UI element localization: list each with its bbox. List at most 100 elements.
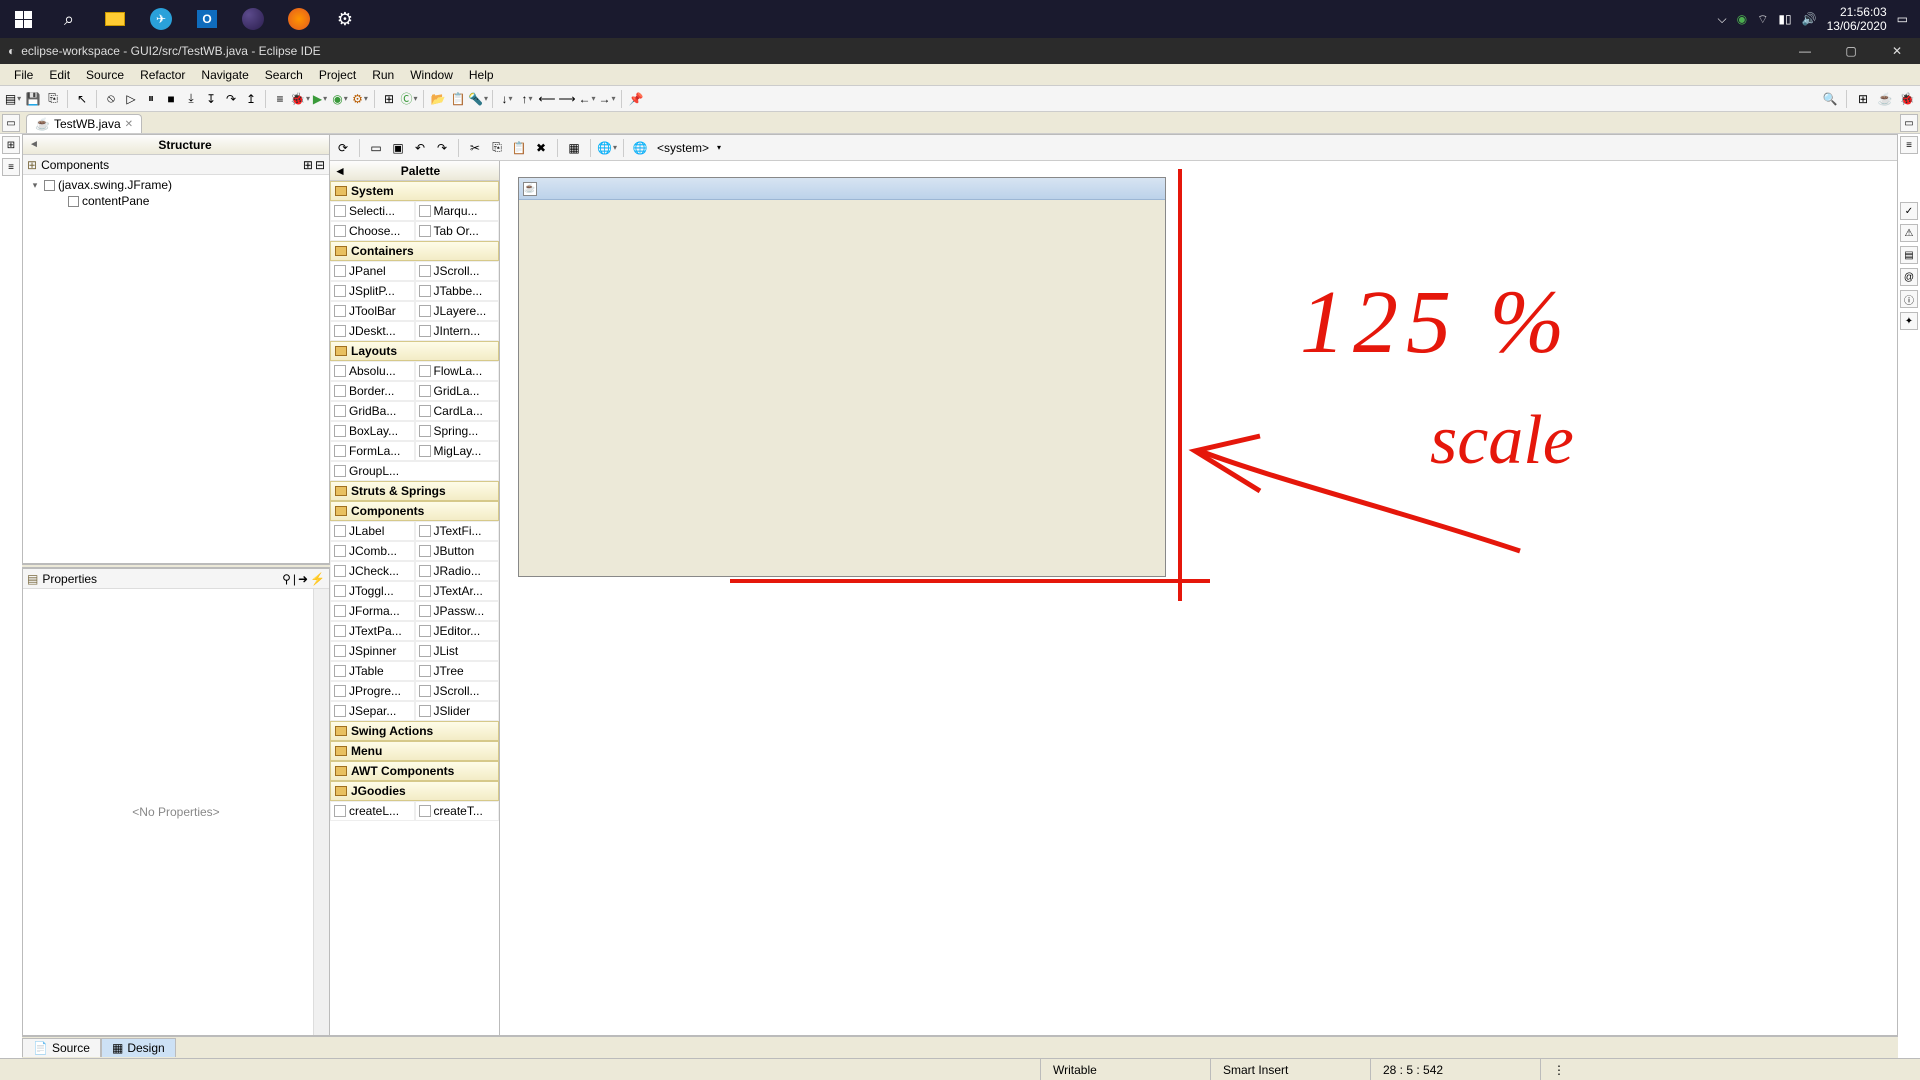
- scrollbar[interactable]: [313, 589, 329, 1035]
- palette-item[interactable]: JTree: [415, 661, 500, 681]
- palette-item[interactable]: Spring...: [415, 421, 500, 441]
- restore-right-icon[interactable]: ▭: [1900, 114, 1918, 132]
- palette-item[interactable]: GridBa...: [330, 401, 415, 421]
- palette-item[interactable]: JTextFi...: [415, 521, 500, 541]
- cut-icon[interactable]: ✂: [466, 139, 484, 157]
- jframe-titlebar[interactable]: ☕: [519, 178, 1165, 200]
- system-dropdown[interactable]: <system>: [653, 141, 713, 155]
- tree-row[interactable]: ▾ (javax.swing.JFrame): [25, 177, 327, 193]
- menu-edit[interactable]: Edit: [41, 66, 78, 84]
- menu-refactor[interactable]: Refactor: [132, 66, 193, 84]
- javadoc-icon[interactable]: ⓘ: [1900, 290, 1918, 308]
- open-task-icon[interactable]: 📋: [449, 90, 467, 108]
- cursor-icon[interactable]: ↖: [73, 90, 91, 108]
- security-icon[interactable]: ◉: [1737, 12, 1747, 26]
- palette-item[interactable]: JScroll...: [415, 261, 500, 281]
- minimize-button[interactable]: —: [1782, 38, 1828, 64]
- show-events-icon[interactable]: ⚡: [310, 572, 325, 586]
- battery-icon[interactable]: ▮▯: [1778, 12, 1791, 26]
- new-package-icon[interactable]: ⊞: [380, 90, 398, 108]
- palette-item[interactable]: JScroll...: [415, 681, 500, 701]
- palette-item[interactable]: JTextPa...: [330, 621, 415, 641]
- palette-item[interactable]: Tab Or...: [415, 221, 500, 241]
- palette-item[interactable]: Selecti...: [330, 201, 415, 221]
- paste-icon[interactable]: 📋: [510, 139, 528, 157]
- windows-taskbar[interactable]: ⌕ ✈ O ⚙ ⌵ ◉ ⌔ ▮▯ 🔊 21:56:03 13/06/2020 ▭: [0, 0, 1920, 38]
- coverage-icon[interactable]: ◉: [331, 90, 349, 108]
- palette-category[interactable]: Layouts: [330, 341, 499, 361]
- next-annotation-icon[interactable]: ↓: [498, 90, 516, 108]
- menu-source[interactable]: Source: [78, 66, 132, 84]
- close-button[interactable]: ✕: [1874, 38, 1920, 64]
- menu-help[interactable]: Help: [461, 66, 502, 84]
- terminate-icon[interactable]: ■: [162, 90, 180, 108]
- skip-breakpoints-icon[interactable]: ⦸: [102, 90, 120, 108]
- error-log-icon[interactable]: ✦: [1900, 312, 1918, 330]
- step-return-icon[interactable]: ↥: [242, 90, 260, 108]
- forward-icon[interactable]: ⟶: [558, 90, 576, 108]
- palette-item[interactable]: JSlider: [415, 701, 500, 721]
- volume-icon[interactable]: 🔊: [1802, 12, 1817, 26]
- align-left-icon[interactable]: ≡: [271, 90, 289, 108]
- twisty-icon[interactable]: ▾: [29, 180, 41, 191]
- prev-annotation-icon[interactable]: ↑: [518, 90, 536, 108]
- outlook-icon[interactable]: O: [184, 0, 230, 38]
- palette-category[interactable]: Components: [330, 501, 499, 521]
- pin-editor-icon[interactable]: 📌: [627, 90, 645, 108]
- outline-icon[interactable]: ≡: [2, 158, 20, 176]
- new-class-icon[interactable]: Ⓒ: [400, 90, 418, 108]
- show-advanced-icon[interactable]: ⚲: [282, 572, 291, 586]
- palette-item[interactable]: JSplitP...: [330, 281, 415, 301]
- perspective-open-icon[interactable]: ⊞: [1854, 90, 1872, 108]
- locale-icon[interactable]: 🌐: [631, 139, 649, 157]
- palette-category[interactable]: AWT Components: [330, 761, 499, 781]
- jframe-preview[interactable]: ☕: [518, 177, 1166, 577]
- components-header[interactable]: ⊞ Components ⊞ ⊟: [23, 155, 329, 175]
- firefox-icon[interactable]: [276, 0, 322, 38]
- palette-item[interactable]: JSpinner: [330, 641, 415, 661]
- file-explorer-icon[interactable]: [92, 0, 138, 38]
- palette-item[interactable]: createT...: [415, 801, 500, 821]
- palette-item[interactable]: MigLay...: [415, 441, 500, 461]
- console-icon[interactable]: ▤: [1900, 246, 1918, 264]
- checkbox-icon[interactable]: [44, 180, 55, 191]
- menu-file[interactable]: File: [6, 66, 41, 84]
- palette-item[interactable]: Border...: [330, 381, 415, 401]
- test-preview-icon[interactable]: ▭: [367, 139, 385, 157]
- quick-access-icon[interactable]: 🔍: [1821, 90, 1839, 108]
- palette-item[interactable]: JPanel: [330, 261, 415, 281]
- tab-design[interactable]: ▦ Design: [101, 1038, 176, 1057]
- palette-item[interactable]: CardLa...: [415, 401, 500, 421]
- outline-right-icon[interactable]: ≡: [1900, 136, 1918, 154]
- reparse-icon[interactable]: ▦: [565, 139, 583, 157]
- design-canvas[interactable]: ☕ 125 % scale: [500, 161, 1897, 1035]
- notifications-icon[interactable]: ▭: [1897, 12, 1908, 26]
- palette-item[interactable]: JIntern...: [415, 321, 500, 341]
- new-icon[interactable]: ▤: [4, 90, 22, 108]
- expand-all-icon[interactable]: ⊞: [303, 158, 313, 172]
- package-explorer-icon[interactable]: ⊞: [2, 136, 20, 154]
- tab-source[interactable]: 📄 Source: [22, 1038, 101, 1057]
- eclipse-icon[interactable]: [230, 0, 276, 38]
- collapse-all-icon[interactable]: ⊟: [315, 158, 325, 172]
- tree-row[interactable]: contentPane: [25, 193, 327, 209]
- restore-icon[interactable]: ▭: [2, 114, 20, 132]
- refresh-icon[interactable]: ⟳: [334, 139, 352, 157]
- telegram-icon[interactable]: ✈: [138, 0, 184, 38]
- start-button[interactable]: [0, 0, 46, 38]
- close-tab-icon[interactable]: ✕: [125, 119, 133, 130]
- palette-item[interactable]: JDeskt...: [330, 321, 415, 341]
- debug-icon[interactable]: 🐞: [291, 90, 309, 108]
- chevron-down-icon[interactable]: ▾: [717, 143, 721, 152]
- laf-icon[interactable]: 🌐: [598, 139, 616, 157]
- settings-icon[interactable]: ⚙: [322, 0, 368, 38]
- checkbox-icon[interactable]: [68, 196, 79, 207]
- chevron-up-icon[interactable]: ⌵: [1718, 12, 1727, 27]
- perspective-debug-icon[interactable]: 🐞: [1898, 90, 1916, 108]
- palette-item[interactable]: JToolBar: [330, 301, 415, 321]
- palette-item[interactable]: FormLa...: [330, 441, 415, 461]
- palette-item[interactable]: JTable: [330, 661, 415, 681]
- step-into-icon[interactable]: ↧: [202, 90, 220, 108]
- palette-item[interactable]: FlowLa...: [415, 361, 500, 381]
- copy-icon[interactable]: ⎘: [488, 139, 506, 157]
